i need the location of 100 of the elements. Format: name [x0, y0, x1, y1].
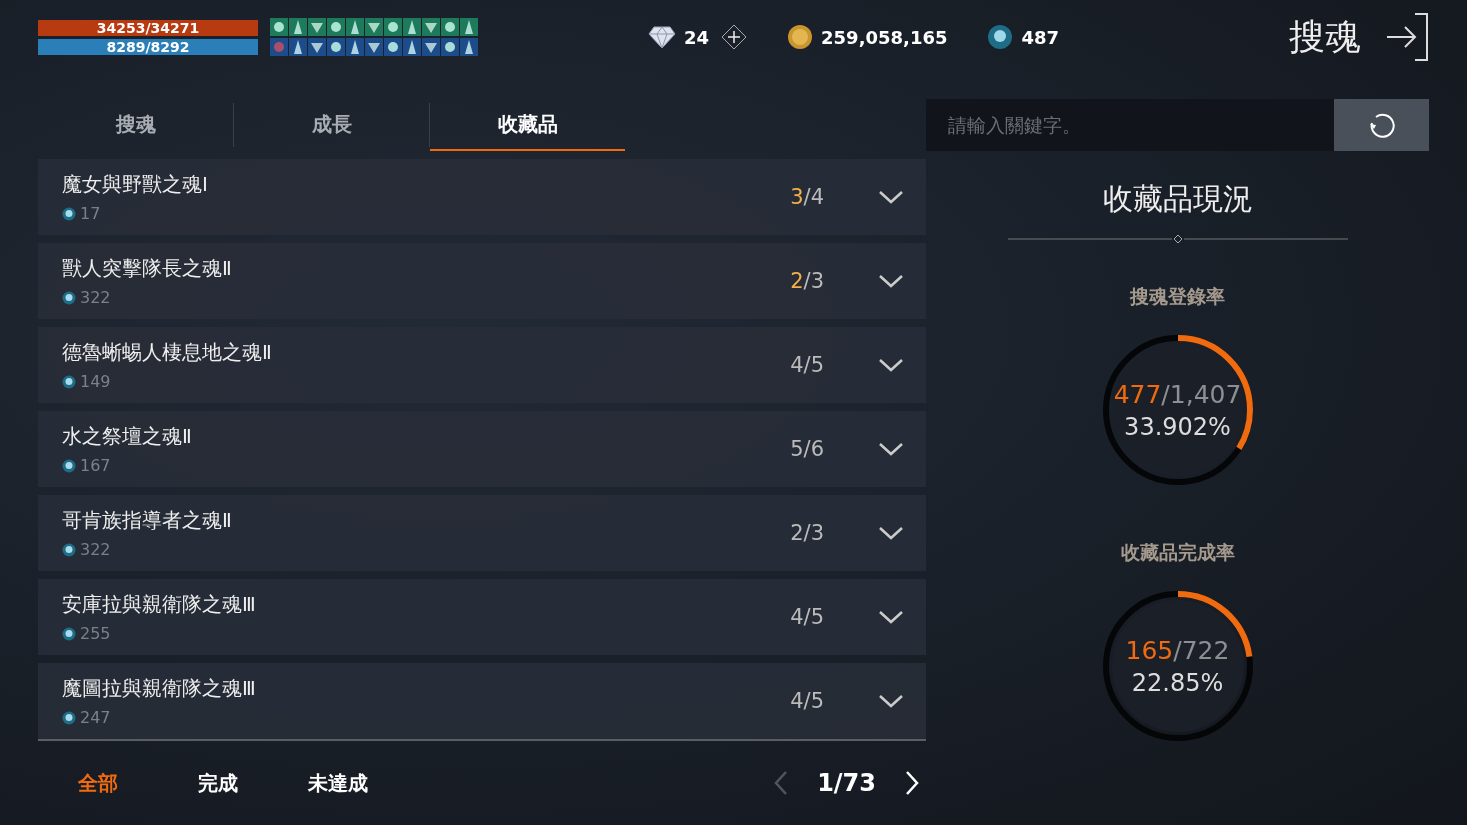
total-count: /5: [803, 605, 824, 629]
next-page-button[interactable]: [904, 770, 920, 796]
total-count: /3: [803, 269, 824, 293]
buff-icon: [441, 18, 459, 36]
tab[interactable]: 搜魂: [38, 99, 233, 151]
diamond-icon: [648, 25, 676, 49]
buff-icon: [289, 18, 307, 36]
currency-amount: 259,058,165: [821, 26, 948, 48]
collection-row[interactable]: 獸人突擊隊長之魂Ⅱ 322 2/3: [38, 243, 926, 319]
buff-icon: [422, 18, 440, 36]
collection-row[interactable]: 德魯蜥蜴人棲息地之魂Ⅱ 149 4/5: [38, 327, 926, 403]
percent-text: 33.902%: [1124, 412, 1231, 441]
page-title: 搜魂: [1289, 14, 1361, 59]
collection-name: 水之祭壇之魂Ⅱ: [62, 423, 193, 450]
currency-amount: 487: [1021, 26, 1060, 48]
buff-icon: [365, 18, 383, 36]
soul-orb-icon: [62, 206, 76, 221]
expand-chevron-icon[interactable]: [878, 273, 904, 289]
soul-count: 255: [80, 624, 111, 643]
collection-row[interactable]: 魔女與野獸之魂Ⅰ 17 3/4: [38, 159, 926, 235]
buff-icon: [441, 38, 459, 56]
total-count: /722: [1173, 635, 1230, 665]
buff-icon: [460, 18, 478, 36]
buff-icon: [384, 38, 402, 56]
buff-icon: [403, 18, 421, 36]
buff-icon: [346, 18, 364, 36]
total-count: /4: [803, 185, 824, 209]
soul-count: 167: [80, 456, 111, 475]
total-count: /1,407: [1161, 379, 1242, 409]
soul-count: 322: [80, 288, 111, 307]
soul-orb-icon: [62, 458, 76, 473]
hp-text: 34253/34271: [95, 19, 201, 36]
tab[interactable]: 成長: [234, 99, 429, 151]
percent-text: 22.85%: [1131, 668, 1224, 697]
expand-chevron-icon[interactable]: [878, 609, 904, 625]
expand-chevron-icon[interactable]: [878, 357, 904, 373]
panel-title: 收藏品現況: [1102, 180, 1253, 218]
page-indicator: 1/73: [817, 769, 876, 797]
collected-count: 4: [790, 353, 804, 377]
buff-icon: [346, 38, 364, 56]
filter-tab[interactable]: 未達成: [278, 768, 398, 798]
collection-name: 魔圖拉與親衛隊之魂Ⅲ: [62, 675, 257, 702]
collection-name: 哥肯族指導者之魂Ⅱ: [62, 507, 233, 534]
total-count: /6: [803, 437, 824, 461]
filter-tab[interactable]: 全部: [38, 768, 158, 798]
rate-label: 收藏品完成率: [1120, 540, 1235, 565]
collected-count: 165: [1125, 635, 1174, 665]
exit-button[interactable]: [1385, 12, 1429, 62]
buff-icon: [289, 38, 307, 56]
collected-count: 477: [1113, 379, 1162, 409]
expand-chevron-icon[interactable]: [878, 693, 904, 709]
collection-row[interactable]: 魔圖拉與親衛隊之魂Ⅲ 247 4/5: [38, 663, 926, 739]
collected-count: 3: [790, 185, 804, 209]
collected-count: 2: [790, 269, 804, 293]
buff-icon: [384, 18, 402, 36]
total-count: /5: [803, 689, 824, 713]
buff-icon: [422, 38, 440, 56]
soul-orb-icon: [62, 374, 76, 389]
expand-chevron-icon[interactable]: [878, 441, 904, 457]
search-field[interactable]: 請輸入關鍵字。: [926, 99, 1334, 151]
buff-icon: [403, 38, 421, 56]
buff-icon: [308, 18, 326, 36]
buff-icon: [270, 18, 288, 36]
soul-orb-icon: [62, 542, 76, 557]
total-count: /5: [803, 353, 824, 377]
collected-count: 5: [790, 437, 804, 461]
collection-row[interactable]: 哥肯族指導者之魂Ⅱ 322 2/3: [38, 495, 926, 571]
soul-orb-icon: [987, 24, 1014, 50]
total-count: /3: [803, 521, 824, 545]
buff-icon: [270, 38, 288, 56]
soul-orb-icon: [62, 626, 76, 641]
expand-chevron-icon[interactable]: [878, 189, 904, 205]
buff-icon: [327, 38, 345, 56]
buff-icon: [365, 38, 383, 56]
collection-row[interactable]: 安庫拉與親衛隊之魂Ⅲ 255 4/5: [38, 579, 926, 655]
collected-count: 4: [790, 689, 804, 713]
soul-count: 17: [80, 204, 101, 223]
collection-row[interactable]: 水之祭壇之魂Ⅱ 167 5/6: [38, 411, 926, 487]
collected-count: 2: [790, 521, 804, 545]
soul-count: 247: [80, 708, 111, 727]
collected-count: 4: [790, 605, 804, 629]
refresh-button[interactable]: [1334, 99, 1429, 151]
mp-text: 8289/8292: [105, 38, 191, 55]
buff-icon: [308, 38, 326, 56]
soul-count: 322: [80, 540, 111, 559]
buff-icon: [327, 18, 345, 36]
collection-name: 安庫拉與親衛隊之魂Ⅲ: [62, 591, 257, 618]
soul-orb-icon: [62, 710, 76, 725]
tab[interactable]: 收藏品: [430, 99, 625, 151]
collection-name: 德魯蜥蜴人棲息地之魂Ⅱ: [62, 339, 273, 366]
currency-amount: 24: [684, 26, 710, 48]
collection-name: 魔女與野獸之魂Ⅰ: [62, 171, 209, 198]
add-button[interactable]: [721, 24, 748, 50]
coin-icon: [787, 24, 814, 50]
soul-orb-icon: [62, 290, 76, 305]
rate-label: 搜魂登錄率: [1130, 284, 1225, 309]
soul-count: 149: [80, 372, 111, 391]
expand-chevron-icon[interactable]: [878, 525, 904, 541]
buff-icon: [460, 38, 478, 56]
filter-tab[interactable]: 完成: [158, 768, 278, 798]
